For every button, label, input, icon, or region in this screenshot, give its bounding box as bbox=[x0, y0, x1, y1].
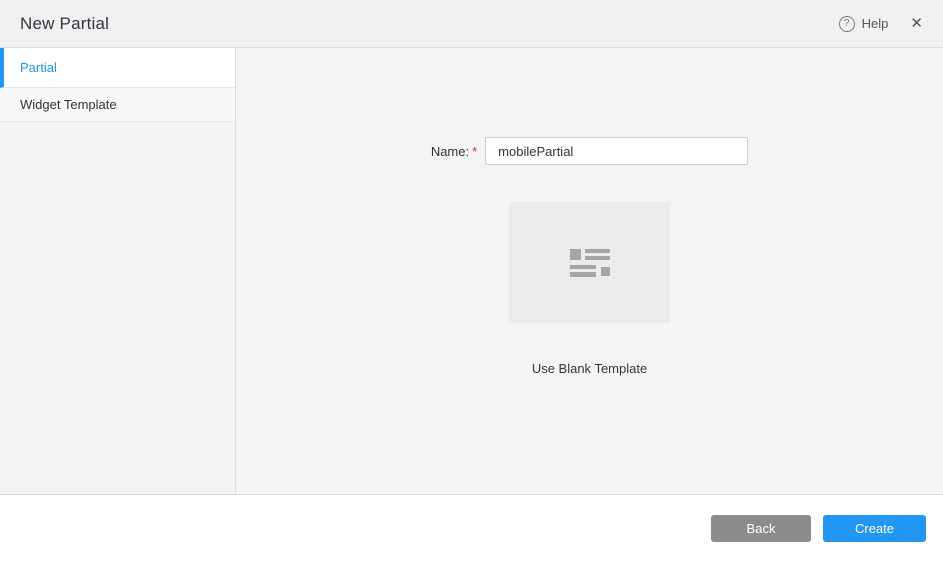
help-label: Help bbox=[862, 16, 889, 31]
name-label: Name: bbox=[431, 144, 469, 159]
header-actions: ? Help ✕ bbox=[839, 14, 925, 33]
main-panel: Name: * Use Blank Template bbox=[236, 48, 943, 494]
name-input[interactable] bbox=[485, 137, 748, 165]
dialog-footer: Back Create bbox=[0, 494, 943, 562]
dialog-title: New Partial bbox=[20, 14, 109, 34]
create-button[interactable]: Create bbox=[823, 515, 926, 542]
use-blank-template-label[interactable]: Use Blank Template bbox=[532, 361, 647, 376]
name-field-row: Name: * bbox=[431, 137, 748, 165]
back-button[interactable]: Back bbox=[711, 515, 811, 542]
blank-template-tile[interactable] bbox=[509, 202, 670, 323]
help-button[interactable]: ? Help bbox=[839, 16, 889, 32]
sidebar: Partial Widget Template bbox=[0, 48, 236, 494]
required-asterisk: * bbox=[472, 144, 477, 159]
sidebar-item-label: Partial bbox=[20, 60, 57, 75]
new-partial-dialog: New Partial ? Help ✕ Partial Widget Temp… bbox=[0, 0, 943, 562]
close-icon[interactable]: ✕ bbox=[908, 14, 925, 33]
dialog-body: Partial Widget Template Name: * bbox=[0, 48, 943, 494]
sidebar-item-label: Widget Template bbox=[20, 97, 117, 112]
dialog-header: New Partial ? Help ✕ bbox=[0, 0, 943, 48]
article-icon bbox=[570, 249, 610, 277]
sidebar-item-partial[interactable]: Partial bbox=[0, 48, 235, 88]
sidebar-item-widget-template[interactable]: Widget Template bbox=[0, 88, 235, 122]
help-icon: ? bbox=[839, 16, 855, 32]
